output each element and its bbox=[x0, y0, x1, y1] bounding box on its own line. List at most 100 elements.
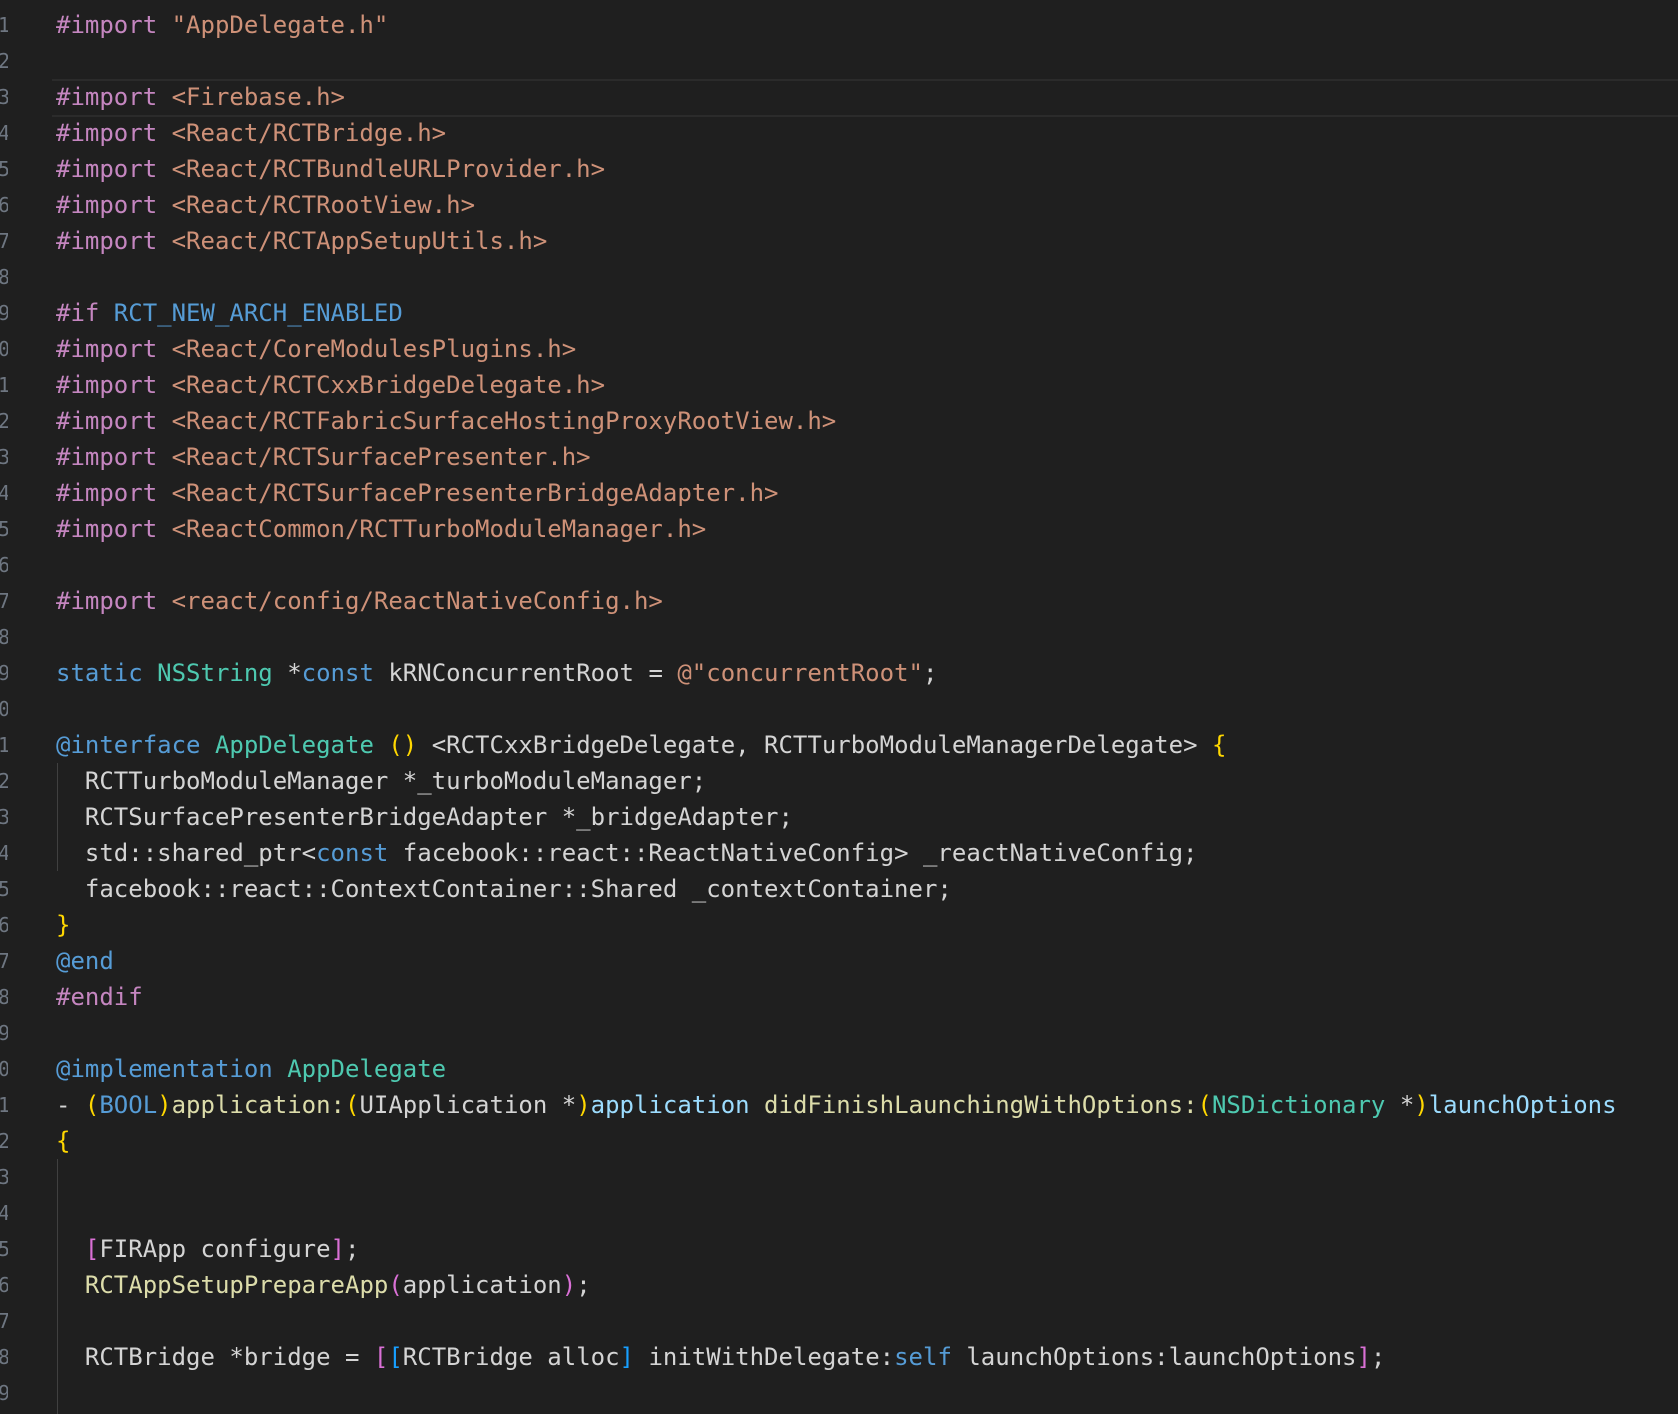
line-number: 2 bbox=[0, 1129, 8, 1153]
code-token: #import bbox=[56, 371, 172, 399]
code-token: <React/RCTBundleURLProvider.h> bbox=[171, 155, 606, 183]
code-line[interactable] bbox=[56, 259, 1678, 295]
line-number: 7 bbox=[0, 1309, 8, 1333]
code-line[interactable]: #import <React/RCTBridge.h> bbox=[56, 115, 1678, 151]
line-number: 2 bbox=[0, 409, 8, 433]
code-token: #import bbox=[56, 587, 172, 615]
code-line[interactable]: #import <ReactCommon/RCTTurboModuleManag… bbox=[56, 511, 1678, 547]
line-number: 4 bbox=[0, 1201, 8, 1225]
code-line[interactable]: #import <React/RCTBundleURLProvider.h> bbox=[56, 151, 1678, 187]
code-line[interactable] bbox=[56, 1195, 1678, 1231]
code-line[interactable] bbox=[56, 547, 1678, 583]
code-token: #import bbox=[56, 227, 172, 255]
code-token: ; bbox=[1370, 1343, 1386, 1371]
line-number: 3 bbox=[0, 445, 8, 469]
line-number: 3 bbox=[0, 805, 8, 829]
code-token: #endif bbox=[56, 983, 143, 1011]
code-line[interactable]: #import <React/RCTSurfacePresenter.h> bbox=[56, 439, 1678, 475]
code-token: ) bbox=[561, 1271, 577, 1299]
code-line[interactable]: @end bbox=[56, 943, 1678, 979]
code-token: NSDictionary bbox=[1211, 1091, 1400, 1119]
code-token: static bbox=[56, 659, 158, 687]
code-token: <React/RCTCxxBridgeDelegate.h> bbox=[171, 371, 606, 399]
code-token: ) bbox=[157, 1091, 172, 1119]
code-line[interactable]: RCTBridge *bridge = [[RCTBridge alloc] i… bbox=[56, 1339, 1678, 1375]
code-line[interactable]: #import <React/RCTFabricSurfaceHostingPr… bbox=[56, 403, 1678, 439]
code-line[interactable]: @implementation AppDelegate bbox=[56, 1051, 1678, 1087]
code-token: ; bbox=[576, 1271, 591, 1299]
code-token: - bbox=[56, 1091, 85, 1119]
line-number: 8 bbox=[0, 985, 8, 1009]
line-number: 5 bbox=[0, 517, 8, 541]
code-token: * bbox=[1399, 1091, 1415, 1119]
code-token: [ bbox=[388, 1343, 403, 1371]
code-line[interactable]: #import <React/RCTCxxBridgeDelegate.h> bbox=[56, 367, 1678, 403]
code-line[interactable]: { bbox=[56, 1123, 1678, 1159]
code-line[interactable]: } bbox=[56, 907, 1678, 943]
code-line[interactable]: #import <Firebase.h> bbox=[56, 79, 1678, 115]
code-token: @end bbox=[56, 947, 114, 975]
code-line[interactable]: #import <React/RCTAppSetupUtils.h> bbox=[56, 223, 1678, 259]
code-line[interactable]: #if RCT_NEW_ARCH_ENABLED bbox=[56, 295, 1678, 331]
code-line[interactable] bbox=[56, 691, 1678, 727]
code-line[interactable]: #import "AppDelegate.h" bbox=[56, 7, 1678, 43]
code-line[interactable] bbox=[56, 1303, 1678, 1339]
line-number: 9 bbox=[0, 661, 8, 685]
code-token: <React/RCTAppSetupUtils.h> bbox=[171, 227, 548, 255]
code-line[interactable] bbox=[56, 43, 1678, 79]
code-line[interactable] bbox=[56, 1015, 1678, 1051]
line-number: 5 bbox=[0, 1237, 8, 1261]
code-line[interactable] bbox=[56, 619, 1678, 655]
line-number: 7 bbox=[0, 949, 8, 973]
code-token: NSString bbox=[157, 659, 288, 687]
code-line[interactable]: [FIRApp configure]; bbox=[56, 1231, 1678, 1267]
code-line[interactable]: #endif bbox=[56, 979, 1678, 1015]
code-area[interactable]: #import "AppDelegate.h" #import <Firebase… bbox=[56, 7, 1678, 1411]
code-line[interactable]: RCTSurfacePresenterBridgeAdapter *_bridg… bbox=[56, 799, 1678, 835]
code-token: application bbox=[402, 1271, 562, 1299]
code-line[interactable]: facebook::react::ContextContainer::Share… bbox=[56, 871, 1678, 907]
code-token: AppDelegate bbox=[287, 1055, 447, 1083]
code-line[interactable]: std::shared_ptr<const facebook::react::R… bbox=[56, 835, 1678, 871]
code-line[interactable]: @interface AppDelegate () <RCTCxxBridgeD… bbox=[56, 727, 1678, 763]
code-token: ) bbox=[576, 1091, 591, 1119]
line-number: 6 bbox=[0, 553, 8, 577]
code-line[interactable]: #import <React/CoreModulesPlugins.h> bbox=[56, 331, 1678, 367]
code-line[interactable] bbox=[56, 1375, 1678, 1411]
code-token: RCTSurfacePresenterBridgeAdapter *_bridg… bbox=[56, 803, 793, 831]
code-token: #import bbox=[56, 443, 172, 471]
code-line[interactable]: RCTTurboModuleManager *_turboModuleManag… bbox=[56, 763, 1678, 799]
line-number: 8 bbox=[0, 265, 8, 289]
code-token: <React/RCTSurfacePresenterBridgeAdapter.… bbox=[171, 479, 779, 507]
code-line[interactable]: #import <React/RCTRootView.h> bbox=[56, 187, 1678, 223]
code-token: ( bbox=[84, 1091, 100, 1119]
code-token: <React/CoreModulesPlugins.h> bbox=[171, 335, 577, 363]
code-line[interactable]: - (BOOL)application:(UIApplication *)app… bbox=[56, 1087, 1678, 1123]
code-token: ] bbox=[1356, 1343, 1371, 1371]
code-token: * bbox=[287, 659, 302, 687]
line-number: 4 bbox=[0, 481, 8, 505]
line-number: 4 bbox=[0, 121, 8, 145]
code-token: AppDelegate bbox=[214, 731, 389, 759]
code-token: <React/RCTSurfacePresenter.h> bbox=[171, 443, 591, 471]
line-number: 2 bbox=[0, 769, 8, 793]
code-token: #import bbox=[56, 479, 172, 507]
code-line[interactable]: #import <React/RCTSurfacePresenterBridge… bbox=[56, 475, 1678, 511]
code-token: ( bbox=[1197, 1091, 1212, 1119]
line-number: 1 bbox=[0, 13, 8, 37]
code-token: ( bbox=[345, 1091, 360, 1119]
code-token: BOOL bbox=[99, 1091, 158, 1119]
line-number: 3 bbox=[0, 1165, 8, 1189]
code-token: <React/RCTRootView.h> bbox=[171, 191, 476, 219]
code-line[interactable]: static NSString *const kRNConcurrentRoot… bbox=[56, 655, 1678, 691]
code-token: "AppDelegate.h" bbox=[171, 11, 389, 39]
code-editor[interactable]: 123456789012345678901234567890123456789 … bbox=[0, 0, 1678, 1414]
code-line[interactable] bbox=[56, 1159, 1678, 1195]
code-token: const bbox=[301, 659, 389, 687]
line-number: 1 bbox=[0, 373, 8, 397]
code-token: #import bbox=[56, 515, 172, 543]
code-token: facebook::react::ReactNativeConfig> _rea… bbox=[402, 839, 1198, 867]
code-line[interactable]: #import <react/config/ReactNativeConfig.… bbox=[56, 583, 1678, 619]
code-line[interactable]: RCTAppSetupPrepareApp(application); bbox=[56, 1267, 1678, 1303]
